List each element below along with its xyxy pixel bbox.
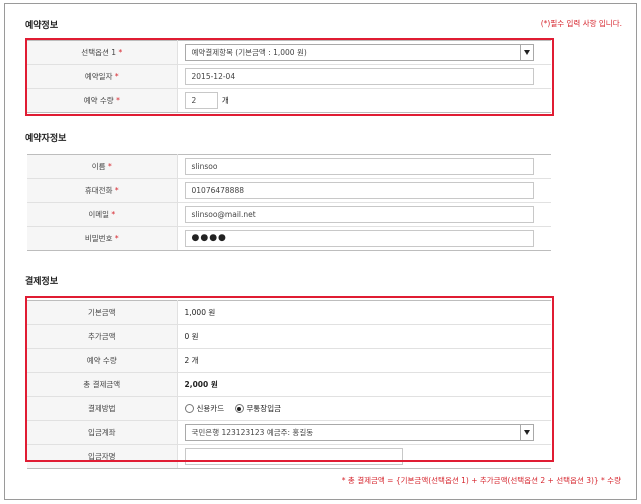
phone-row: 휴대전화 * 01076478888 <box>27 178 551 203</box>
required-star: * <box>114 234 119 243</box>
email-label: 이메일 <box>88 210 110 219</box>
phone-label: 휴대전화 <box>84 186 113 195</box>
name-input[interactable]: slinsoo <box>184 158 534 175</box>
reservation-section-title: 예약정보 <box>25 21 59 31</box>
required-star: * <box>107 162 112 171</box>
email-input[interactable]: slinsoo@mail.net <box>184 206 534 223</box>
required-star: * <box>114 186 119 195</box>
total-formula-note: * 총 결제금액 = {기본금액(선택옵션 1) + 추가금액(선택옵션 2 +… <box>341 476 621 485</box>
payment-highlight-box <box>25 296 554 462</box>
email-row: 이메일 * slinsoo@mail.net <box>27 202 551 227</box>
name-label: 이름 <box>91 162 106 171</box>
password-label: 비밀번호 <box>84 234 113 243</box>
password-input[interactable]: ●●●● <box>184 230 534 247</box>
phone-input[interactable]: 01076478888 <box>184 182 534 199</box>
reservation-form-panel: 예약정보 (*)필수 입력 사항 입니다. 선택옵션 1 * 예약결제항목 (기… <box>4 3 637 500</box>
reserver-section-title: 예약자정보 <box>25 134 67 144</box>
payment-section-title: 결제정보 <box>25 277 59 287</box>
password-row: 비밀번호 * ●●●● <box>27 226 551 251</box>
required-star: * <box>111 210 116 219</box>
reservation-highlight-box <box>25 38 554 116</box>
required-note: (*)필수 입력 사항 입니다. <box>540 19 622 28</box>
name-row: 이름 * slinsoo <box>27 154 551 179</box>
reserver-info-table: 이름 * slinsoo 휴대전화 * 01076478888 이메일 * sl… <box>27 154 551 251</box>
